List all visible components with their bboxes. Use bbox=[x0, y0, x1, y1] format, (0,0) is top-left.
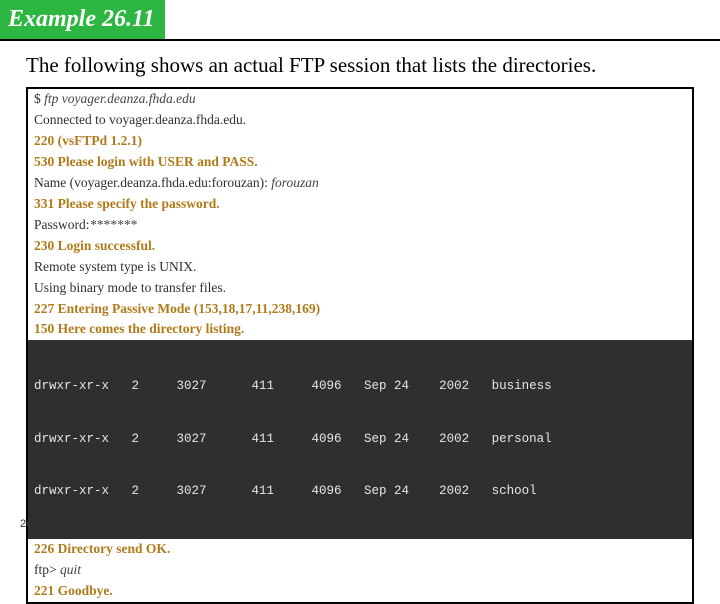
term-line: ftp> quit bbox=[28, 560, 692, 581]
term-line: 226 Directory send OK. bbox=[28, 539, 692, 560]
term-line: Password:******* bbox=[28, 215, 692, 236]
example-header: Example 26.11 bbox=[0, 0, 165, 41]
term-line: 530 Please login with USER and PASS. bbox=[28, 152, 692, 173]
term-line: Name (voyager.deanza.fhda.edu:forouzan):… bbox=[28, 173, 692, 194]
dir-listing: drwxr-xr-x 2 3027 411 4096 Sep 24 2002 b… bbox=[28, 340, 692, 539]
term-line: Connected to voyager.deanza.fhda.edu. bbox=[28, 110, 692, 131]
term-line: 220 (vsFTPd 1.2.1) bbox=[28, 131, 692, 152]
terminal-block: $ ftp voyager.deanza.fhda.edu Connected … bbox=[26, 87, 694, 603]
term-line: 230 Login successful. bbox=[28, 236, 692, 257]
term-line: 150 Here comes the directory listing. bbox=[28, 319, 692, 340]
page-number: 26.37 bbox=[20, 518, 48, 530]
term-line: 221 Goodbye. bbox=[28, 581, 692, 602]
term-line: Using binary mode to transfer files. bbox=[28, 278, 692, 299]
term-line: 331 Please specify the password. bbox=[28, 194, 692, 215]
example-title: Example 26.11 bbox=[8, 6, 155, 32]
term-line: Remote system type is UNIX. bbox=[28, 257, 692, 278]
term-line: $ ftp voyager.deanza.fhda.edu bbox=[28, 89, 692, 110]
list-row: drwxr-xr-x 2 3027 411 4096 Sep 24 2002 p… bbox=[34, 431, 686, 449]
intro-text: The following shows an actual FTP sessio… bbox=[0, 41, 720, 87]
list-row: drwxr-xr-x 2 3027 411 4096 Sep 24 2002 s… bbox=[34, 483, 686, 501]
list-row: drwxr-xr-x 2 3027 411 4096 Sep 24 2002 b… bbox=[34, 378, 686, 396]
term-line: 227 Entering Passive Mode (153,18,17,11,… bbox=[28, 299, 692, 320]
